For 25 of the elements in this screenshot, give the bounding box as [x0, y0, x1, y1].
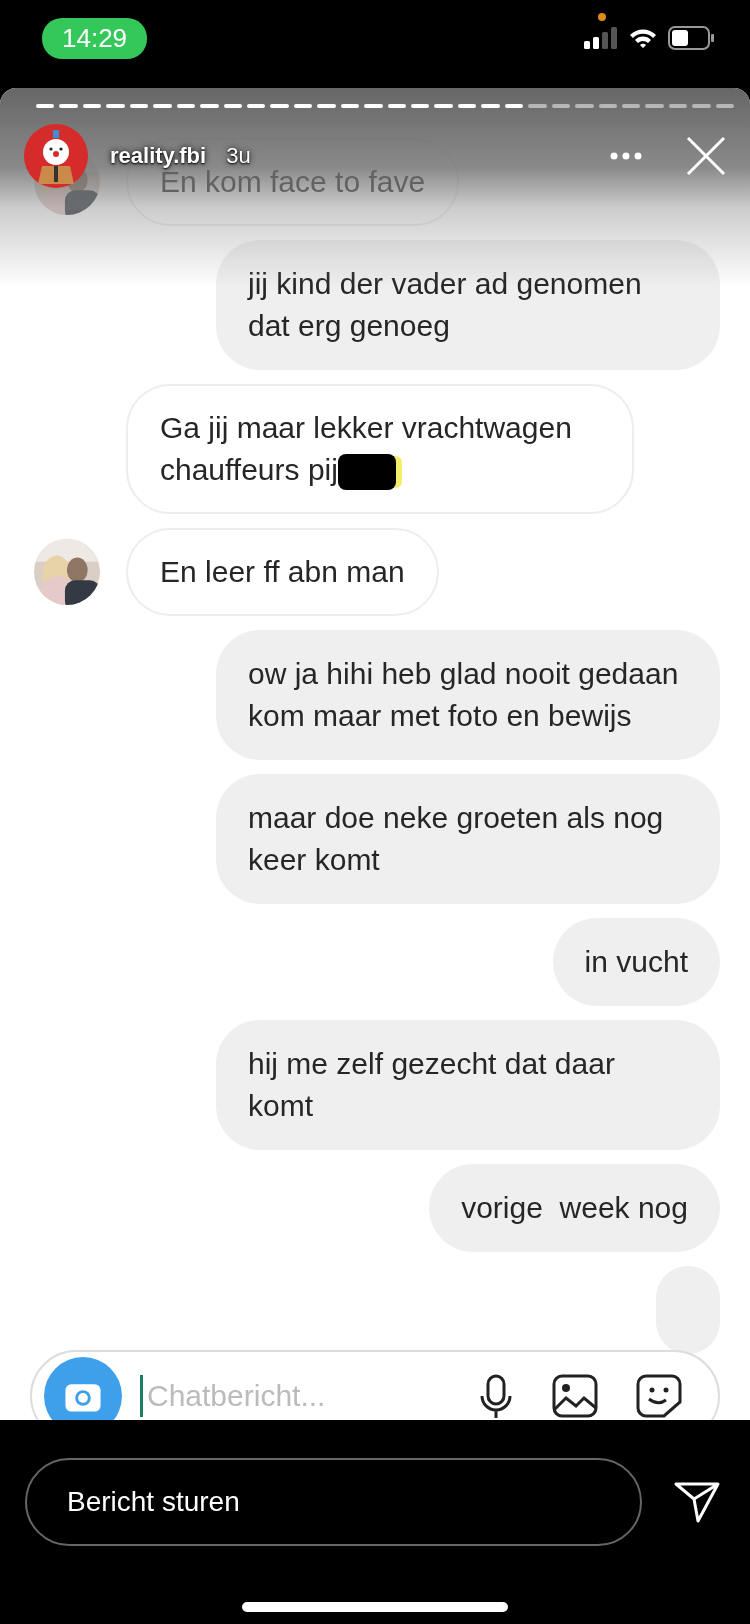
- reply-field[interactable]: Bericht sturen: [25, 1458, 642, 1546]
- message-bubble: En leer ff abn man: [126, 528, 439, 616]
- time: 14:29: [42, 17, 148, 59]
- username[interactable]: reality.fbi: [110, 143, 207, 169]
- clown-avatar-icon: [24, 124, 88, 188]
- battery-icon: [668, 26, 714, 50]
- wifi-icon: [628, 27, 658, 49]
- image-icon[interactable]: [552, 1374, 598, 1418]
- camera-icon[interactable]: [44, 1357, 122, 1420]
- message-bubble: jij kind der vader ad genomen dat erg genoeg: [216, 240, 720, 370]
- signal-icon: [584, 27, 618, 49]
- more-icon[interactable]: [610, 152, 642, 160]
- post-age: 3u: [226, 143, 251, 169]
- message-bubble: ow ja hihi heb glad nooit gedaan kom maar met foto en bewijs: [216, 630, 720, 760]
- message-bubble: maar doe neke groeten als nog keer komt: [216, 774, 720, 904]
- message-bubble: hij me zelf gezecht dat daar komt: [216, 1020, 720, 1150]
- microphone-icon[interactable]: [478, 1374, 514, 1418]
- sticker-icon[interactable]: [636, 1374, 682, 1418]
- privacy-indicator: [598, 13, 606, 21]
- message-bubble: in vucht: [552, 918, 720, 1006]
- close-icon[interactable]: [686, 136, 726, 176]
- chat-input-field[interactable]: Chatbericht...: [30, 1350, 720, 1420]
- send-icon[interactable]: [674, 1481, 720, 1523]
- message-bubble: vorige week nog: [429, 1164, 720, 1252]
- message-bubble: Ga jij maar lekker vrachtwagen chauffeurs pij: [126, 384, 634, 514]
